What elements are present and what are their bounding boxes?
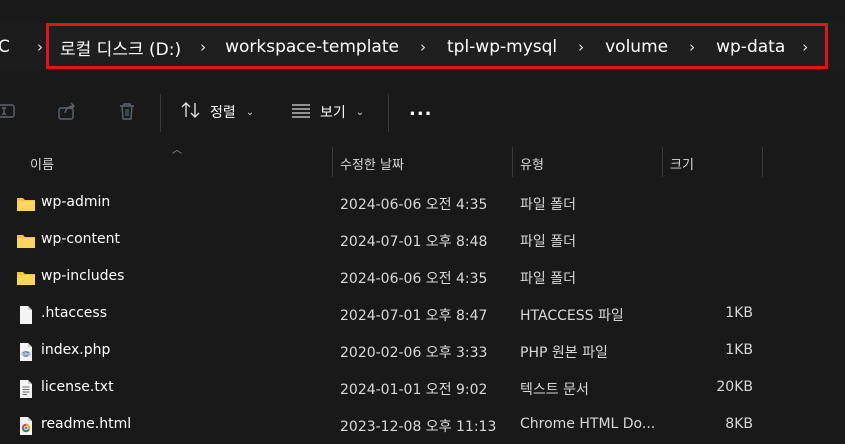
file-size: 1KB xyxy=(725,342,753,358)
file-icon xyxy=(16,305,36,325)
view-button[interactable]: 보기 ⌄ xyxy=(290,99,364,125)
file-name: license.txt xyxy=(41,379,114,395)
folder-icon xyxy=(16,231,36,251)
column-header-name[interactable]: 이름 xyxy=(30,154,54,173)
toolbar-divider xyxy=(388,94,389,132)
file-type: 텍스트 문서 xyxy=(520,382,589,398)
file-date: 2024-07-01 오후 8:47 xyxy=(340,308,488,324)
breadcrumb-item-volume[interactable]: volume xyxy=(605,37,668,57)
file-name: wp-content xyxy=(41,231,120,247)
file-type: Chrome HTML Do... xyxy=(520,416,656,432)
chevron-right-icon[interactable]: › xyxy=(20,38,60,56)
column-divider[interactable] xyxy=(662,147,663,177)
chevron-right-icon[interactable]: › xyxy=(399,38,447,56)
file-name: wp-includes xyxy=(41,268,125,284)
file-date: 2020-02-06 오후 3:33 xyxy=(340,345,488,361)
file-size: 8KB xyxy=(725,416,753,432)
chevron-right-icon[interactable]: › xyxy=(668,38,716,56)
list-item[interactable]: wp-content 2024-07-01 오후 8:48 파일 폴더 xyxy=(0,222,845,259)
breadcrumb-item-c[interactable]: C xyxy=(0,37,20,57)
file-explorer-window: C › 로컬 디스크 (D:) › workspace-template › t… xyxy=(0,0,845,444)
chevron-right-icon[interactable]: › xyxy=(181,38,225,56)
list-item[interactable]: license.txt 2024-01-01 오전 9:02 텍스트 문서 20… xyxy=(0,370,845,407)
chevron-right-icon[interactable]: › xyxy=(785,38,825,56)
sort-label: 정렬 xyxy=(210,105,236,121)
file-date: 2024-01-01 오전 9:02 xyxy=(340,382,488,398)
file-name: .htaccess xyxy=(41,305,107,321)
file-date: 2023-12-08 오후 11:13 xyxy=(340,419,497,435)
column-header-type[interactable]: 유형 xyxy=(520,154,544,173)
svg-text:php: php xyxy=(22,352,31,358)
column-divider[interactable] xyxy=(762,147,763,177)
list-item[interactable]: wp-admin 2024-06-06 오전 4:35 파일 폴더 xyxy=(0,185,845,222)
share-icon[interactable] xyxy=(56,100,78,122)
column-header-date[interactable]: 수정한 날짜 xyxy=(340,154,404,173)
breadcrumb-item-workspace-template[interactable]: workspace-template xyxy=(225,37,399,57)
list-item[interactable]: readme.html 2023-12-08 오후 11:13 Chrome H… xyxy=(0,407,845,444)
column-divider[interactable] xyxy=(332,147,333,177)
file-type: 파일 폴더 xyxy=(520,271,576,287)
rename-icon[interactable] xyxy=(0,100,18,122)
php-file-icon: php xyxy=(16,342,36,362)
file-name: index.php xyxy=(41,342,111,358)
column-header: 이름 수정한 날짜 유형 크기 xyxy=(0,147,845,177)
file-date: 2024-06-06 오전 4:35 xyxy=(340,271,488,287)
file-type: 파일 폴더 xyxy=(520,197,576,213)
more-options-button[interactable]: ... xyxy=(409,96,433,122)
breadcrumb-item-drive[interactable]: 로컬 디스크 (D:) xyxy=(60,35,181,60)
file-type: PHP 원본 파일 xyxy=(520,345,608,361)
breadcrumb-item-tpl-wp-mysql[interactable]: tpl-wp-mysql xyxy=(447,37,557,57)
chevron-down-icon: ⌄ xyxy=(245,106,255,118)
chevron-down-icon: ⌄ xyxy=(355,106,365,118)
file-date: 2024-07-01 오후 8:48 xyxy=(340,234,488,250)
file-type: 파일 폴더 xyxy=(520,234,576,250)
trash-icon[interactable] xyxy=(116,100,138,122)
folder-icon xyxy=(16,194,36,214)
view-icon xyxy=(290,101,312,123)
list-item[interactable]: .htaccess 2024-07-01 오후 8:47 HTACCESS 파일… xyxy=(0,296,845,333)
chevron-right-icon[interactable]: › xyxy=(557,38,605,56)
sort-icon xyxy=(180,101,202,123)
toolbar-divider xyxy=(160,94,161,132)
column-header-size[interactable]: 크기 xyxy=(670,154,694,173)
file-type: HTACCESS 파일 xyxy=(520,308,624,324)
folder-icon xyxy=(16,268,36,288)
list-item[interactable]: php index.php 2020-02-06 오후 3:33 PHP 원본 … xyxy=(0,333,845,370)
view-label: 보기 xyxy=(320,105,346,121)
file-size: 1KB xyxy=(725,305,753,321)
column-divider[interactable] xyxy=(512,147,513,177)
text-file-icon xyxy=(16,379,36,399)
file-size: 20KB xyxy=(716,379,753,395)
list-item[interactable]: wp-includes 2024-06-06 오전 4:35 파일 폴더 xyxy=(0,259,845,296)
file-name: readme.html xyxy=(41,416,132,432)
breadcrumb: C › 로컬 디스크 (D:) › workspace-template › t… xyxy=(0,23,845,71)
sort-button[interactable]: 정렬 ⌄ xyxy=(180,99,254,125)
file-date: 2024-06-06 오전 4:35 xyxy=(340,197,488,213)
chrome-file-icon xyxy=(16,416,36,436)
breadcrumb-item-wp-data[interactable]: wp-data xyxy=(716,37,785,57)
file-name: wp-admin xyxy=(41,194,111,210)
